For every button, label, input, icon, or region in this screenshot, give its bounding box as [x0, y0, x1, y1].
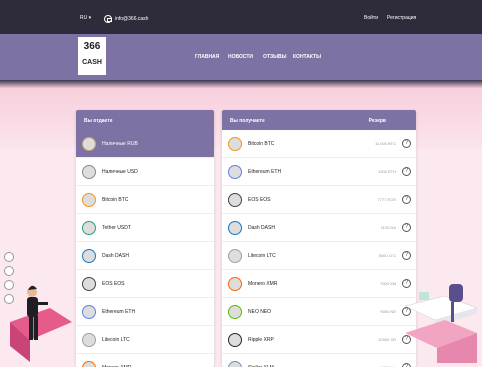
- coin-icon: [82, 360, 96, 367]
- coin-icon: [228, 220, 242, 235]
- nav-news[interactable]: НОВОСТИ: [228, 54, 253, 60]
- get-item-label: Ripple XRP: [248, 336, 274, 343]
- top-bar: RU ▾ info@366.cash Войти Регистрация: [0, 0, 482, 34]
- help-icon[interactable]: ?: [402, 363, 411, 367]
- person-illustration: [10, 285, 72, 362]
- coin-icon: [82, 220, 96, 235]
- give-title: Вы отдаете: [84, 118, 113, 124]
- give-item-label: Tether USDT: [102, 224, 131, 231]
- give-panel: Вы отдаете Наличные RUB Наличные USD Bitco…: [76, 110, 214, 367]
- get-item-label: NEO NEO: [248, 308, 272, 315]
- coin-icon: [228, 304, 242, 319]
- get-item[interactable]: NEO NEO 9000 NE?: [222, 298, 416, 326]
- coin-icon: [228, 164, 242, 179]
- get-list: Bitcoin BTC 11.000 BTC? Ethereum ETH 1000 E…: [222, 130, 416, 367]
- give-item-label: Bitcoin BTC: [102, 196, 129, 203]
- get-item[interactable]: EOS EOS 7777 EOS?: [222, 186, 416, 214]
- coin-icon: [82, 164, 96, 179]
- get-header: Вы получаете Резерв: [222, 110, 416, 130]
- coin-icon: [82, 136, 96, 151]
- give-item[interactable]: EOS EOS: [76, 270, 214, 298]
- get-item[interactable]: Ethereum ETH 1000 ETH?: [222, 158, 416, 186]
- desk-illustration: [405, 284, 477, 363]
- reserve-amount: 1000 ETH: [377, 169, 396, 174]
- give-item[interactable]: Tether USDT: [76, 214, 214, 242]
- give-item-label: Наличные RUB: [102, 140, 138, 147]
- logo[interactable]: 366 CASH: [78, 37, 106, 75]
- help-icon[interactable]: ?: [402, 251, 411, 260]
- give-item-label: Dash DASH: [102, 252, 129, 259]
- give-item[interactable]: Bitcoin BTC: [76, 186, 214, 214]
- reserve-amount: 11.000 BTC: [374, 141, 396, 146]
- decor-circle-icon: [4, 252, 14, 262]
- reserve-title: Резерв: [368, 118, 386, 124]
- reserve-amount: 10000 XR: [378, 337, 396, 342]
- coin-icon: [82, 276, 96, 291]
- get-item[interactable]: Ripple XRP 10000 XR?: [222, 326, 416, 354]
- logo-word: CASH: [82, 59, 102, 66]
- get-item-label: Bitcoin BTC: [248, 140, 275, 147]
- coin-icon: [228, 360, 242, 367]
- nav-reviews[interactable]: ОТЗЫВЫ: [263, 54, 286, 60]
- get-item[interactable]: Monero XMR 7000 XM?: [222, 270, 416, 298]
- get-item-label: EOS EOS: [248, 196, 271, 203]
- give-item[interactable]: Litecoin LTC: [76, 326, 214, 354]
- get-panel: Вы получаете Резерв Bitcoin BTC 11.000 BT…: [222, 110, 416, 367]
- coin-icon: [82, 304, 96, 319]
- get-title: Вы получаете: [230, 118, 265, 124]
- give-item[interactable]: Наличные RUB: [76, 130, 214, 158]
- give-item[interactable]: Monero XMR: [76, 354, 214, 367]
- help-icon[interactable]: ?: [402, 139, 411, 148]
- email-text: info@366.cash: [115, 16, 149, 22]
- coin-icon: [82, 192, 96, 207]
- help-icon[interactable]: ?: [402, 223, 411, 232]
- give-item-label: Ethereum ETH: [102, 308, 136, 315]
- get-item-label: Dash DASH: [248, 224, 275, 231]
- coin-icon: [228, 248, 242, 263]
- give-list: Наличные RUB Наличные USD Bitcoin BTC Tethe…: [76, 130, 214, 367]
- get-item[interactable]: Bitcoin BTC 11.000 BTC?: [222, 130, 416, 158]
- coin-icon: [82, 332, 96, 347]
- help-icon[interactable]: ?: [402, 167, 411, 176]
- give-item-label: EOS EOS: [102, 280, 125, 287]
- nav-contacts[interactable]: КОНТАКТЫ: [293, 54, 321, 60]
- navbar-shadow: [0, 80, 482, 88]
- give-item[interactable]: Ethereum ETH: [76, 298, 214, 326]
- nav-home[interactable]: ГЛАВНАЯ: [195, 54, 219, 60]
- language-select[interactable]: RU ▾: [80, 15, 91, 21]
- give-item[interactable]: Dash DASH: [76, 242, 214, 270]
- get-item[interactable]: Litecoin LTC 5000 LTC?: [222, 242, 416, 270]
- coin-icon: [228, 276, 242, 291]
- give-header: Вы отдаете: [76, 110, 214, 130]
- get-item-label: Litecoin LTC: [248, 252, 276, 259]
- coin-icon: [228, 192, 242, 207]
- logo-number: 366: [83, 41, 101, 52]
- give-item-label: Litecoin LTC: [102, 336, 130, 343]
- coin-icon: [228, 332, 242, 347]
- register-link[interactable]: Регистрация: [387, 15, 416, 21]
- give-item[interactable]: Наличные USD: [76, 158, 214, 186]
- login-link[interactable]: Войти: [364, 15, 378, 21]
- get-item[interactable]: Stellar XLM8000 XL?: [222, 354, 416, 367]
- reserve-amount: 7000 XM: [379, 281, 396, 286]
- get-item-label: Monero XMR: [248, 280, 278, 287]
- reserve-amount: 7777 EOS: [377, 197, 396, 202]
- help-icon[interactable]: ?: [402, 195, 411, 204]
- mail-icon: [104, 15, 112, 23]
- give-item-label: Наличные USD: [102, 168, 138, 175]
- reserve-amount: 1100 DA: [380, 225, 396, 230]
- email-link[interactable]: info@366.cash: [104, 15, 148, 23]
- coin-icon: [228, 136, 242, 151]
- reserve-amount: 9000 NE: [380, 309, 396, 314]
- reserve-amount: 5000 LTC: [378, 253, 396, 258]
- get-item-label: Ethereum ETH: [248, 168, 282, 175]
- get-item[interactable]: Dash DASH 1100 DA?: [222, 214, 416, 242]
- coin-icon: [82, 248, 96, 263]
